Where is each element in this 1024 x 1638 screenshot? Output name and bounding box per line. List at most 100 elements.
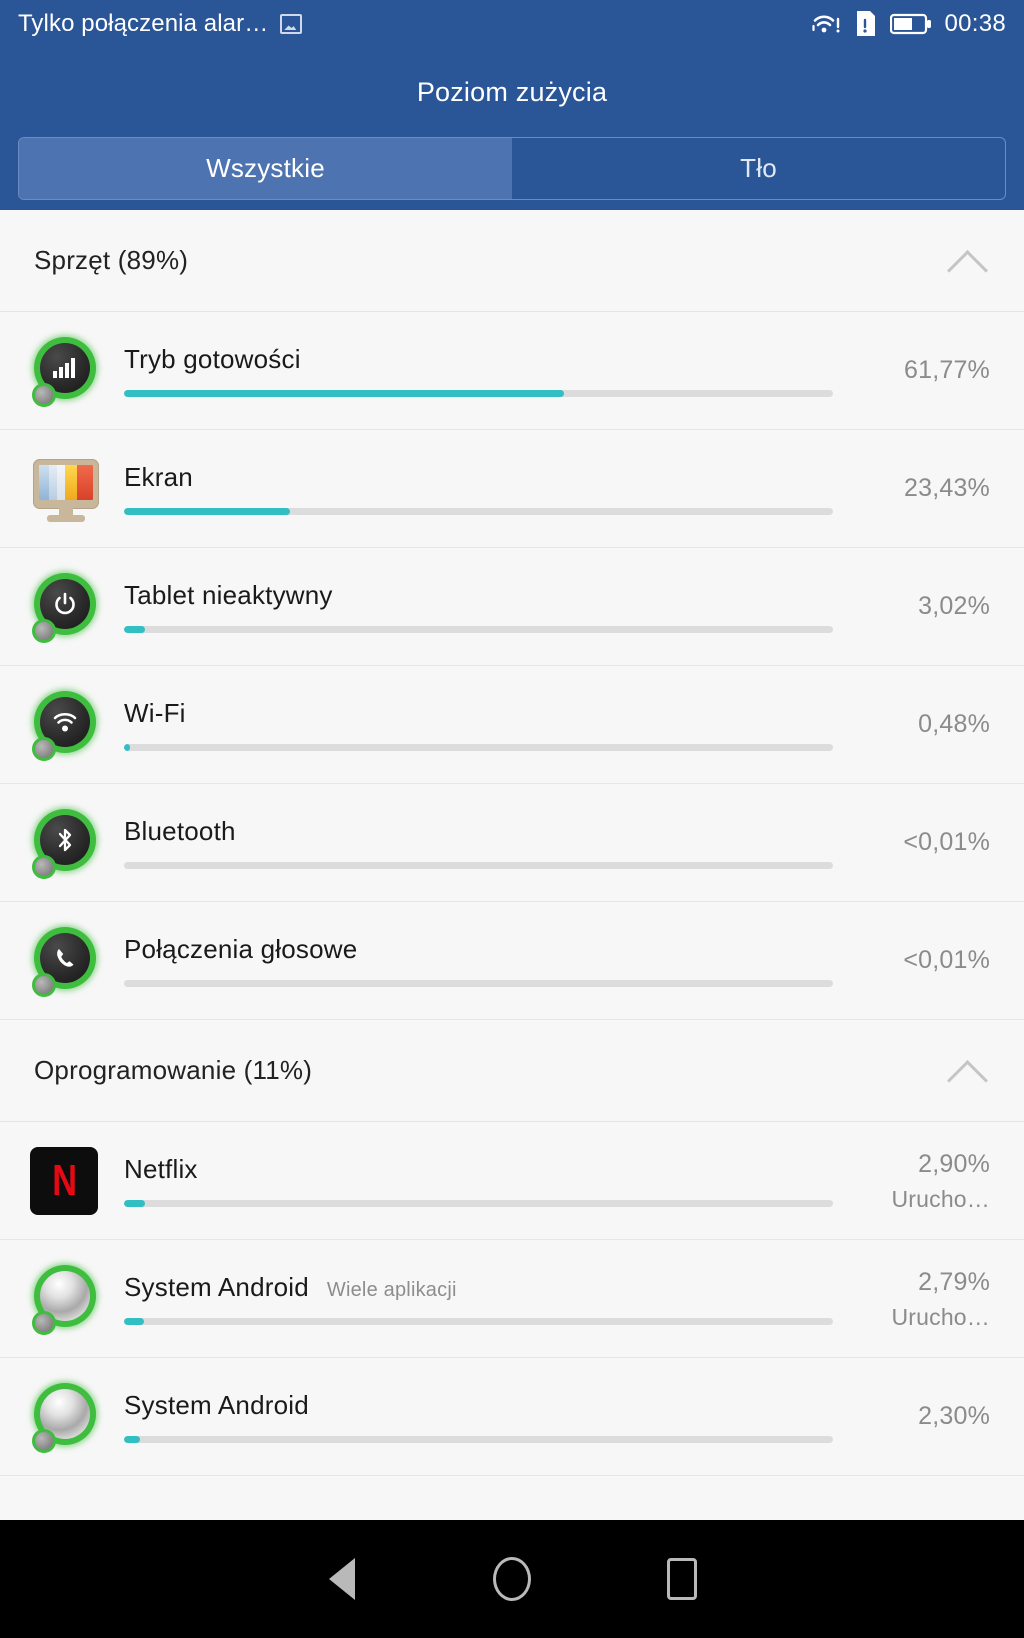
- progress-fill: [124, 1436, 141, 1443]
- row-title: Połączenia głosowe: [124, 934, 358, 964]
- status-bar: Tylko połączenia alar… 00:38: [0, 0, 1024, 48]
- section-header-hardware[interactable]: Sprzęt (89%): [0, 210, 1024, 312]
- tab-tlo[interactable]: Tło: [512, 138, 1005, 199]
- power-icon: [30, 571, 102, 643]
- row-body: System Android: [124, 1358, 834, 1475]
- progress-track: [124, 626, 833, 633]
- table-row[interactable]: Tablet nieaktywny 3,02%: [0, 548, 1024, 666]
- phone-icon: [30, 925, 102, 997]
- row-right: 2,90% Urucho…: [834, 1122, 1024, 1239]
- row-body: Netflix: [124, 1122, 834, 1239]
- progress-fill: [124, 744, 130, 751]
- row-percent: <0,01%: [903, 828, 990, 856]
- row-title: Tryb gotowości: [124, 344, 301, 374]
- row-status: Urucho…: [891, 1186, 990, 1212]
- table-row[interactable]: Wi-Fi 0,48%: [0, 666, 1024, 784]
- row-body: Tablet nieaktywny: [124, 548, 834, 665]
- chevron-up-icon[interactable]: [944, 238, 990, 284]
- table-row[interactable]: System Android 2,30%: [0, 1358, 1024, 1476]
- page-title: Poziom zużycia: [416, 77, 608, 107]
- row-right: <0,01%: [834, 902, 1024, 1019]
- clock-label: 00:38: [944, 10, 1006, 37]
- progress-track: [124, 390, 833, 397]
- back-triangle-icon: [329, 1558, 355, 1600]
- row-right: <0,01%: [834, 784, 1024, 901]
- android-system-icon: [30, 1381, 102, 1453]
- row-body: Połączenia głosowe: [124, 902, 834, 1019]
- progress-fill: [124, 626, 146, 633]
- row-title: Wi-Fi: [124, 698, 186, 728]
- row-percent: 2,90%: [918, 1150, 990, 1178]
- tab-bar: Wszystkie Tło: [18, 137, 1006, 200]
- usage-list[interactable]: Sprzęt (89%) Tryb gotowości 61,77% Ekran…: [0, 210, 1024, 1476]
- back-button[interactable]: [257, 1520, 427, 1638]
- carrier-label: Tylko połączenia alar…: [18, 10, 269, 37]
- row-right: 61,77%: [834, 312, 1024, 429]
- row-percent: 2,30%: [918, 1402, 990, 1430]
- progress-track: [124, 1436, 833, 1443]
- progress-track: [124, 1200, 833, 1207]
- row-subtitle: Wiele aplikacji: [326, 1279, 457, 1301]
- row-title: System Android: [124, 1272, 309, 1302]
- recents-square-icon: [667, 1558, 697, 1600]
- home-button[interactable]: [427, 1520, 597, 1638]
- android-system-icon: [30, 1263, 102, 1335]
- screenshot-icon: [280, 14, 303, 34]
- progress-fill: [124, 1318, 144, 1325]
- row-title: Netflix: [124, 1154, 198, 1184]
- row-right: 0,48%: [834, 666, 1024, 783]
- row-title: System Android: [124, 1390, 309, 1420]
- row-right: 2,79% Urucho…: [834, 1240, 1024, 1357]
- recents-button[interactable]: [597, 1520, 767, 1638]
- progress-track: [124, 862, 833, 869]
- row-title: Tablet nieaktywny: [124, 580, 333, 610]
- table-row[interactable]: Tryb gotowości 61,77%: [0, 312, 1024, 430]
- progress-fill: [124, 390, 564, 397]
- row-percent: 61,77%: [904, 356, 990, 384]
- signal-bars-icon: [30, 335, 102, 407]
- section-header-software[interactable]: Oprogramowanie (11%): [0, 1020, 1024, 1122]
- sim-alert-icon: [854, 10, 878, 38]
- wifi-alert-icon: [812, 11, 842, 37]
- bluetooth-icon: [30, 807, 102, 879]
- status-bar-left: Tylko połączenia alar…: [18, 10, 812, 38]
- table-row[interactable]: N Netflix 2,90% Urucho…: [0, 1122, 1024, 1240]
- progress-track: [124, 744, 833, 751]
- row-right: 3,02%: [834, 548, 1024, 665]
- row-percent: 23,43%: [904, 474, 990, 502]
- progress-track: [124, 980, 833, 987]
- row-percent: 3,02%: [918, 592, 990, 620]
- row-title: Ekran: [124, 462, 193, 492]
- table-row[interactable]: System Android Wiele aplikacji 2,79% Uru…: [0, 1240, 1024, 1358]
- progress-track: [124, 1318, 833, 1325]
- tab-wszystkie[interactable]: Wszystkie: [19, 138, 512, 199]
- row-percent: 0,48%: [918, 710, 990, 738]
- usage-list-clip: Sprzęt (89%) Tryb gotowości 61,77% Ekran…: [0, 210, 1024, 1520]
- row-body: Ekran: [124, 430, 834, 547]
- battery-icon: [890, 13, 932, 35]
- row-title: Bluetooth: [124, 816, 236, 846]
- table-row[interactable]: Bluetooth <0,01%: [0, 784, 1024, 902]
- progress-fill: [124, 1200, 145, 1207]
- row-body: Wi-Fi: [124, 666, 834, 783]
- row-percent: <0,01%: [903, 946, 990, 974]
- row-body: Tryb gotowości: [124, 312, 834, 429]
- section-title-software: Oprogramowanie (11%): [34, 1055, 313, 1085]
- row-right: 2,30%: [834, 1358, 1024, 1475]
- row-body: Bluetooth: [124, 784, 834, 901]
- progress-track: [124, 508, 833, 515]
- app-bar: Poziom zużycia: [0, 48, 1024, 137]
- home-circle-icon: [493, 1557, 531, 1601]
- wifi-icon: [30, 689, 102, 761]
- navigation-bar: [0, 1520, 1024, 1638]
- progress-fill: [124, 508, 290, 515]
- status-bar-right: 00:38: [812, 10, 1006, 38]
- row-percent: 2,79%: [918, 1268, 990, 1296]
- section-title-hardware: Sprzęt (89%): [34, 245, 189, 275]
- table-row[interactable]: Połączenia głosowe <0,01%: [0, 902, 1024, 1020]
- chevron-up-icon[interactable]: [944, 1048, 990, 1094]
- table-row[interactable]: Ekran 23,43%: [0, 430, 1024, 548]
- row-status: Urucho…: [891, 1304, 990, 1330]
- row-body: System Android Wiele aplikacji: [124, 1240, 834, 1357]
- app-screen: Tylko połączenia alar… 00:38 Poziom zuży…: [0, 0, 1024, 1638]
